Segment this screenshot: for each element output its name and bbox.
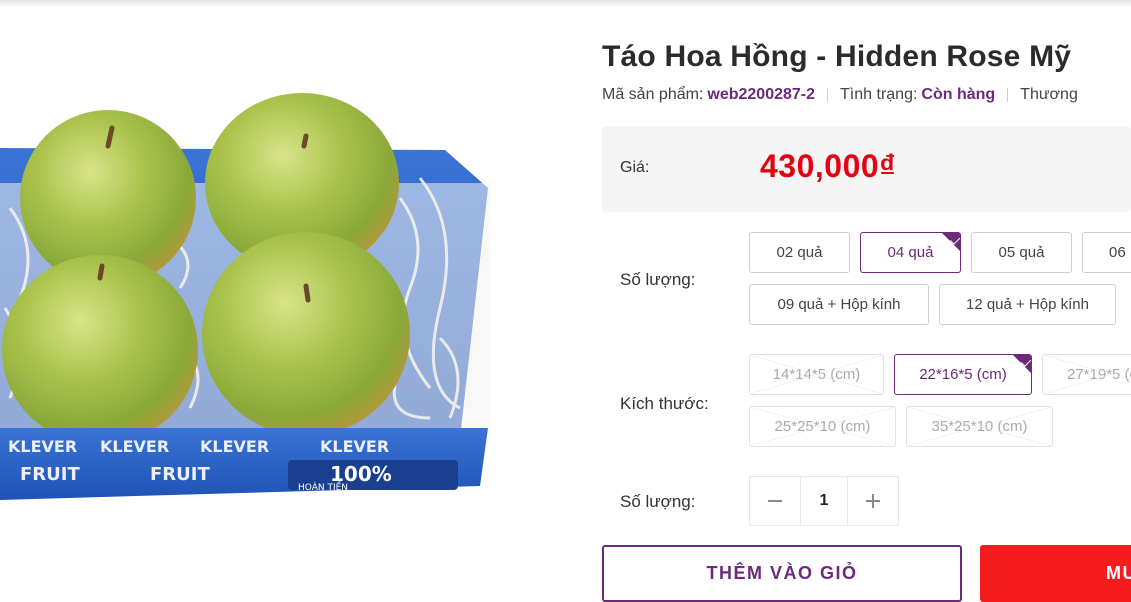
- sku-value: web2200287-2: [707, 86, 816, 103]
- size-options-label: Kích thước:: [620, 394, 709, 413]
- meta-divider: [827, 88, 829, 102]
- variant-option[interactable]: 02 quả: [749, 232, 850, 273]
- price-box: Giá: 430,000₫: [602, 126, 1131, 212]
- product-image[interactable]: KLEVER KLEVER KLEVER KLEVER FRUIT FRUIT …: [0, 88, 500, 508]
- variant-option[interactable]: 06: [1082, 232, 1131, 273]
- header-shadow: [0, 0, 1131, 8]
- svg-text:KLEVER: KLEVER: [100, 437, 169, 456]
- svg-text:KLEVER: KLEVER: [320, 437, 389, 456]
- money-back-badge: 100% HOÀN TIỀN: [288, 460, 458, 493]
- svg-text:KLEVER: KLEVER: [200, 437, 269, 456]
- price-value: 430,000₫: [760, 148, 897, 184]
- size-option-disabled[interactable]: 25*25*10 (cm): [749, 406, 896, 447]
- status-label: Tình trạng:: [840, 86, 918, 103]
- variant-option[interactable]: 05 quả: [971, 232, 1072, 273]
- check-icon: [942, 233, 960, 251]
- variant-option-selected[interactable]: 04 quả: [860, 232, 961, 273]
- product-title: Táo Hoa Hồng - Hidden Rose Mỹ: [602, 40, 1072, 73]
- minus-icon[interactable]: [750, 477, 800, 525]
- quantity-label: Số lượng:: [620, 492, 696, 511]
- size-option-disabled[interactable]: 27*19*5 (c: [1042, 354, 1131, 395]
- svg-text:FRUIT: FRUIT: [150, 464, 210, 485]
- svg-text:KLEVER: KLEVER: [8, 437, 77, 456]
- plus-icon[interactable]: [848, 477, 898, 525]
- brand-label: Thương: [1020, 86, 1078, 103]
- product-info: Táo Hoa Hồng - Hidden Rose Mỹ Mã sản phẩ…: [602, 40, 1131, 602]
- svg-text:FRUIT: FRUIT: [20, 464, 80, 485]
- buy-now-button[interactable]: MU: [980, 545, 1131, 602]
- add-to-cart-button[interactable]: THÊM VÀO GIỎ: [602, 545, 962, 602]
- check-icon: [1013, 355, 1031, 373]
- quantity-input[interactable]: 1: [800, 477, 848, 525]
- status-value: Còn hàng: [921, 86, 996, 103]
- quantity-stepper: 1: [749, 476, 899, 526]
- size-option-disabled[interactable]: 14*14*5 (cm): [749, 354, 884, 395]
- price-label: Giá:: [620, 159, 650, 176]
- size-option-selected[interactable]: 22*16*5 (cm): [894, 354, 1032, 395]
- variant-option[interactable]: 12 quả + Hộp kính: [939, 284, 1116, 325]
- sku-label: Mã sản phẩm:: [602, 86, 704, 103]
- quantity-options-label: Số lượng:: [620, 270, 696, 289]
- variant-option[interactable]: 09 quả + Hộp kính: [749, 284, 929, 325]
- meta-divider: [1007, 88, 1009, 102]
- apple-box-illustration: KLEVER KLEVER KLEVER KLEVER FRUIT FRUIT …: [0, 93, 490, 500]
- size-option-disabled[interactable]: 35*25*10 (cm): [906, 406, 1053, 447]
- product-meta: Mã sản phẩm: web2200287-2 Tình trạng: Cò…: [602, 86, 1131, 104]
